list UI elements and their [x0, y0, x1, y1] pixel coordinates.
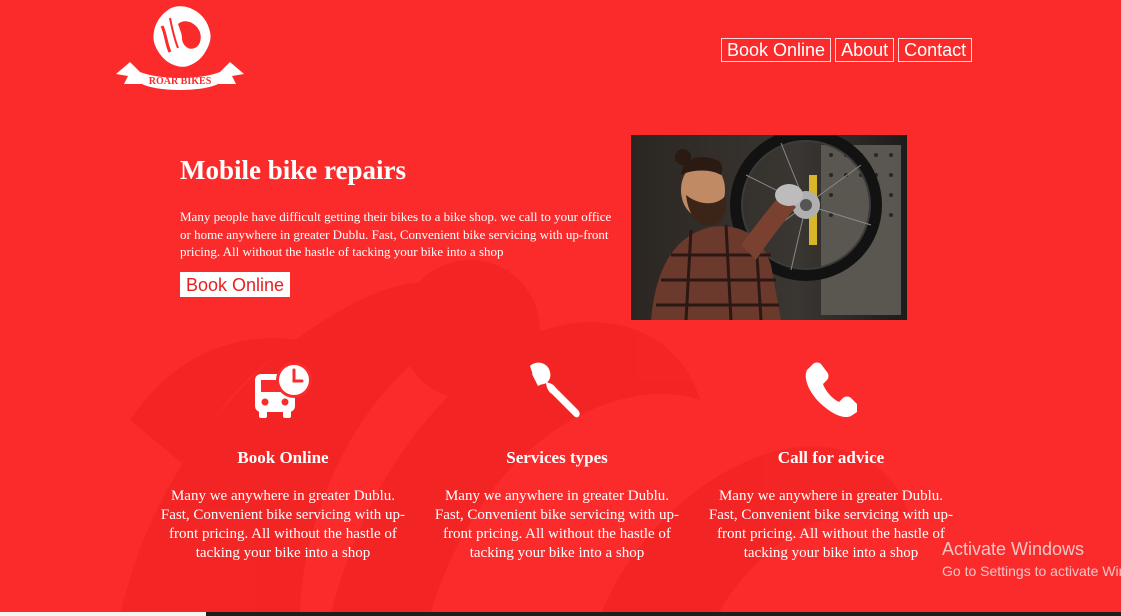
windows-activation-watermark: Activate Windows Go to Settings to activ… — [942, 538, 1121, 580]
feature-title: Book Online — [237, 448, 329, 467]
nav-about[interactable]: About — [835, 38, 895, 62]
feature-title: Call for advice — [777, 448, 885, 467]
activate-subtitle: Go to Settings to activate Windows. — [942, 563, 1121, 579]
main-nav: Book Online About Contact — [721, 38, 973, 62]
activate-title: Activate Windows — [942, 539, 1085, 559]
feature-text: Many we anywhere in greater Dublu. Fast,… — [708, 488, 954, 561]
bus-clock-icon — [255, 362, 312, 418]
bottom-strip-light — [0, 612, 206, 616]
hero-description: Many people have difficult getting their… — [180, 209, 612, 259]
page: { "brand": { "name": "ROAR BIKES" }, "na… — [0, 0, 1121, 616]
roar-bikes-logo[interactable]: ROAR BIKES — [112, 4, 248, 96]
feature-text: Many we anywhere in greater Dublu. Fast,… — [160, 488, 406, 561]
logo-text: ROAR BIKES — [149, 76, 212, 87]
feature-services-types: Services types Many we anywhere in great… — [432, 360, 682, 563]
hero-title: Mobile bike repairs — [180, 155, 406, 185]
mechanic-photo — [631, 135, 907, 320]
feature-book-online: Book Online Many we anywhere in greater … — [158, 360, 408, 563]
feature-title: Services types — [506, 448, 608, 467]
nav-contact[interactable]: Contact — [898, 38, 973, 62]
bottom-strip-dark — [206, 612, 1121, 616]
nav-book-online[interactable]: Book Online — [721, 38, 832, 62]
feature-call-for-advice: Call for advice Many we anywhere in grea… — [706, 360, 956, 563]
hero-book-online-button[interactable]: Book Online — [180, 272, 291, 297]
phone-icon — [805, 362, 857, 417]
wrench-icon — [530, 362, 580, 418]
feature-text: Many we anywhere in greater Dublu. Fast,… — [434, 488, 680, 561]
